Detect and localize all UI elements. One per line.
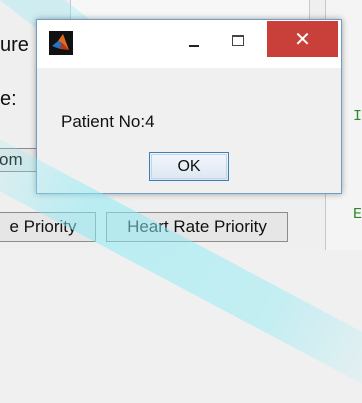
message-dialog: ✕ Patient No:4 OK (36, 19, 342, 194)
background-label-fragment: e: (0, 88, 17, 110)
background-priority-button[interactable]: e Priority (0, 212, 96, 242)
background-title-field (70, 0, 310, 21)
close-icon: ✕ (294, 27, 311, 51)
dialog-titlebar[interactable]: ✕ (37, 20, 341, 68)
heart-rate-priority-button[interactable]: Heart Rate Priority (106, 212, 288, 242)
dialog-message: Patient No:4 (61, 112, 155, 131)
dialog-body: Patient No:4 OK (37, 68, 341, 193)
ok-button[interactable]: OK (149, 152, 229, 181)
maximize-button[interactable] (222, 26, 256, 56)
matlab-icon (49, 31, 73, 55)
close-button[interactable]: ✕ (267, 21, 338, 57)
minimize-button[interactable] (176, 26, 210, 56)
background-heading-fragment: ure (0, 34, 29, 56)
side-text-1: I (353, 108, 362, 125)
side-text-2: E (353, 206, 362, 223)
